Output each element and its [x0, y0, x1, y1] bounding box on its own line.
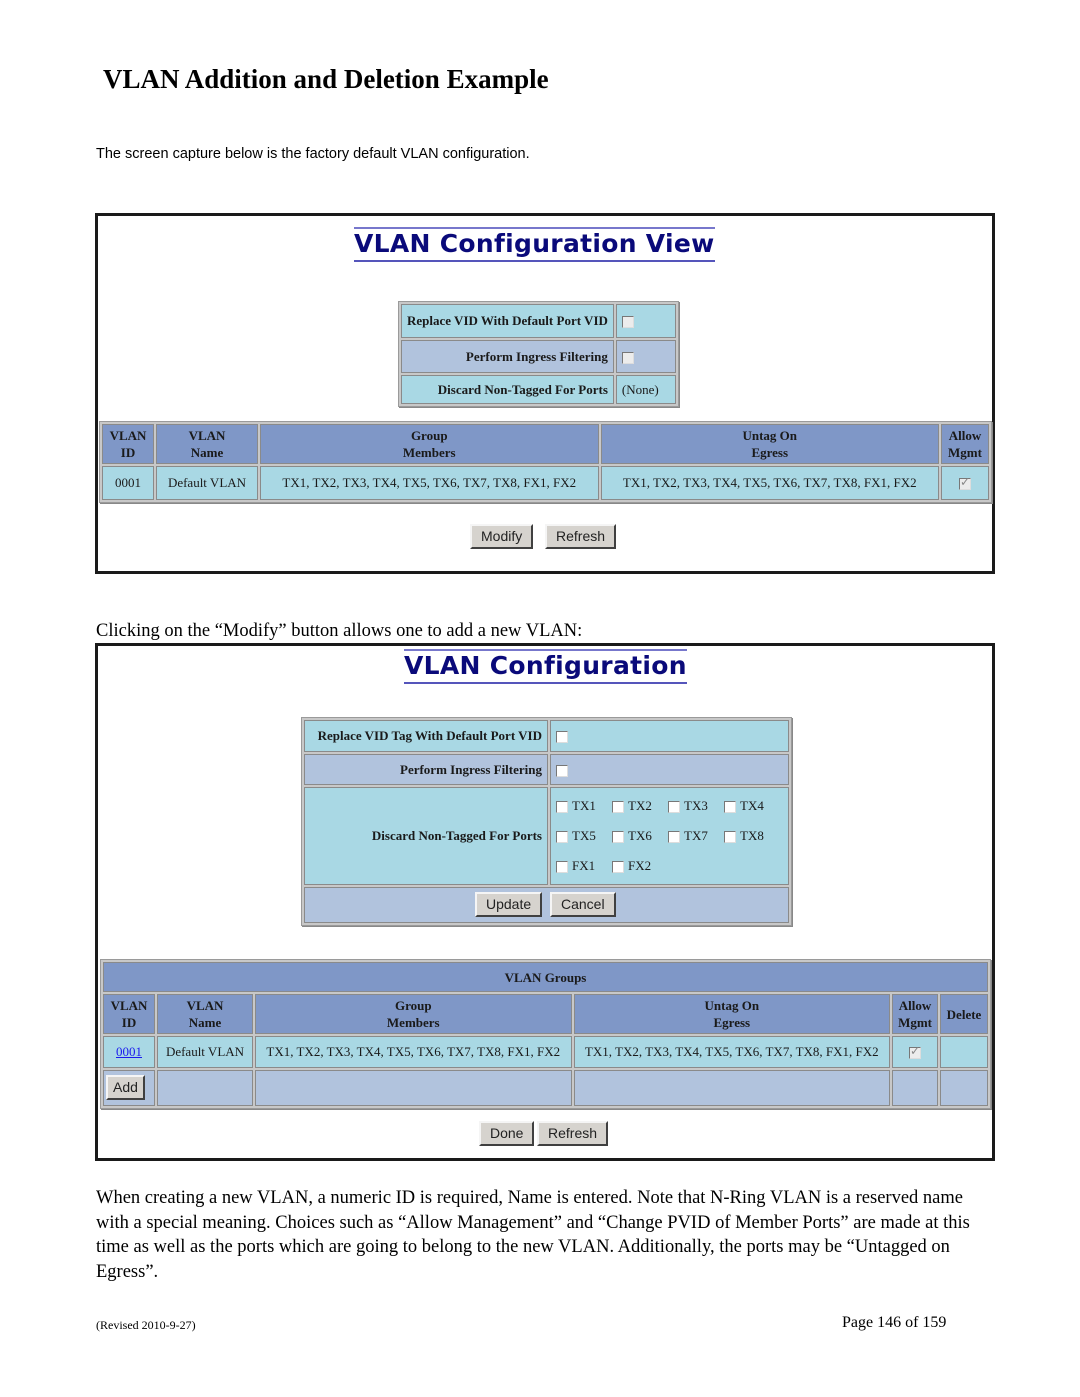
setting-label: Perform Ingress Filtering: [401, 340, 614, 373]
port-tx5-checkbox[interactable]: [556, 831, 568, 844]
col-vlan-name: VLAN Name: [157, 994, 253, 1034]
port-fx2-checkbox[interactable]: [612, 861, 624, 874]
footer-revised: (Revised 2010-9-27): [96, 1318, 196, 1332]
vlan-settings-form: Replace VID Tag With Default Port VID Pe…: [301, 717, 792, 926]
col-delete: Delete: [940, 994, 988, 1034]
port-tx2-checkbox[interactable]: [612, 801, 624, 814]
setting-row: Replace VID With Default Port VID: [401, 304, 676, 338]
vlan-groups-table: VLAN Groups VLAN ID VLAN Name Group Members…: [100, 959, 991, 1109]
replace-vid-tag-checkbox[interactable]: [556, 731, 568, 744]
port-option: TX1: [556, 791, 612, 821]
vlan-id: 0001: [102, 466, 154, 500]
update-button[interactable]: Update: [475, 892, 543, 917]
port-option: FX2: [612, 851, 668, 881]
port-tx4-checkbox[interactable]: [724, 801, 736, 814]
col-vlan-id: VLAN ID: [103, 994, 155, 1034]
col-allow-mgmt: Allow Mgmt: [892, 994, 938, 1034]
port-option: TX6: [612, 821, 668, 851]
port-option: TX4: [724, 791, 780, 821]
page-heading: VLAN Addition and Deletion Example: [103, 64, 549, 94]
ingress-filtering-checkbox[interactable]: [556, 764, 568, 777]
table-header-row: VLAN ID VLAN Name Group Members Untag On Egr…: [102, 424, 989, 464]
refresh-button[interactable]: Refresh: [537, 1121, 609, 1146]
setting-label: Discard Non-Tagged For Ports: [304, 787, 548, 885]
modify-button[interactable]: Modify: [470, 524, 534, 549]
col-vlan-name: VLAN Name: [156, 424, 258, 464]
port-option: FX1: [556, 851, 612, 881]
setting-row: Perform Ingress Filtering: [401, 340, 676, 373]
intro-text: The screen capture below is the factory …: [96, 146, 530, 162]
add-row: Add: [103, 1070, 988, 1106]
untag-egress: TX1, TX2, TX3, TX4, TX5, TX6, TX7, TX8, …: [573, 1036, 891, 1068]
discard-ports-group: TX1 TX2 TX3 TX4 TX5 TX6 TX7 TX8 FX1 FX2: [550, 787, 789, 885]
untag-egress: TX1, TX2, TX3, TX4, TX5, TX6, TX7, TX8, …: [600, 466, 939, 500]
screenshot-vlan-config: VLAN Configuration Replace VID Tag With …: [95, 643, 995, 1161]
add-button[interactable]: Add: [106, 1075, 145, 1100]
col-vlan-id: VLAN ID: [102, 424, 154, 464]
setting-label: Replace VID Tag With Default Port VID: [304, 720, 548, 752]
port-option: TX3: [668, 791, 724, 821]
port-tx7-checkbox[interactable]: [668, 831, 680, 844]
col-untag-egress: Untag On Egress: [600, 424, 939, 464]
setting-label: Perform Ingress Filtering: [304, 754, 548, 785]
col-untag-egress: Untag On Egress: [573, 994, 891, 1034]
vlan-groups-title: VLAN Groups: [103, 962, 988, 992]
body-paragraph: When creating a new VLAN, a numeric ID i…: [96, 1188, 970, 1282]
cancel-button[interactable]: Cancel: [550, 892, 616, 917]
modify-caption: Clicking on the “Modify” button allows o…: [96, 621, 583, 641]
settings-table: Replace VID With Default Port VID Perfor…: [398, 301, 679, 407]
form-button-row: Update Cancel: [304, 887, 789, 923]
screen-title: VLAN Configuration: [404, 649, 687, 684]
col-group-members: Group Members: [260, 424, 599, 464]
port-option: TX2: [612, 791, 668, 821]
vlan-name: Default VLAN: [156, 466, 258, 500]
setting-row: Discard Non-Tagged For Ports (None): [401, 375, 676, 404]
done-button[interactable]: Done: [479, 1121, 535, 1146]
port-tx1-checkbox[interactable]: [556, 801, 568, 814]
table-header-row: VLAN ID VLAN Name Group Members Untag On Egr…: [103, 994, 988, 1034]
setting-row: Replace VID Tag With Default Port VID: [304, 720, 789, 752]
vlan-name: Default VLAN: [157, 1036, 253, 1068]
footer-page-number: Page 146 of 159: [842, 1314, 947, 1331]
port-option: TX5: [556, 821, 612, 851]
table-row: 0001 Default VLAN TX1, TX2, TX3, TX4, TX…: [102, 466, 989, 500]
vlan-id-link[interactable]: 0001: [116, 1044, 142, 1059]
port-option: TX7: [668, 821, 724, 851]
table-row: 0001 Default VLAN TX1, TX2, TX3, TX4, TX…: [103, 1036, 988, 1068]
delete-cell: [940, 1036, 988, 1068]
vlan-table: VLAN ID VLAN Name Group Members Untag On Egr…: [99, 421, 992, 503]
port-tx3-checkbox[interactable]: [668, 801, 680, 814]
group-members: TX1, TX2, TX3, TX4, TX5, TX6, TX7, TX8, …: [260, 466, 599, 500]
setting-label: Discard Non-Tagged For Ports: [401, 375, 614, 404]
refresh-button[interactable]: Refresh: [545, 524, 617, 549]
allow-mgmt-checkbox[interactable]: [909, 1044, 922, 1060]
screen-title: VLAN Configuration View: [354, 227, 715, 262]
replace-vid-checkbox[interactable]: [621, 316, 634, 329]
setting-row: Discard Non-Tagged For Ports TX1 TX2 TX3 TX…: [304, 787, 789, 885]
col-allow-mgmt: Allow Mgmt: [941, 424, 989, 464]
group-members: TX1, TX2, TX3, TX4, TX5, TX6, TX7, TX8, …: [255, 1036, 572, 1068]
port-fx1-checkbox[interactable]: [556, 861, 568, 874]
port-tx6-checkbox[interactable]: [612, 831, 624, 844]
setting-row: Perform Ingress Filtering: [304, 754, 789, 785]
col-group-members: Group Members: [255, 994, 572, 1034]
ingress-filtering-checkbox[interactable]: [621, 351, 634, 364]
setting-label: Replace VID With Default Port VID: [401, 304, 614, 338]
port-tx8-checkbox[interactable]: [724, 831, 736, 844]
allow-mgmt-checkbox[interactable]: [959, 475, 971, 491]
discard-ports-value: (None): [615, 375, 676, 404]
port-option: TX8: [724, 821, 780, 851]
screenshot-vlan-config-view: VLAN Configuration View Replace VID With…: [95, 213, 995, 574]
